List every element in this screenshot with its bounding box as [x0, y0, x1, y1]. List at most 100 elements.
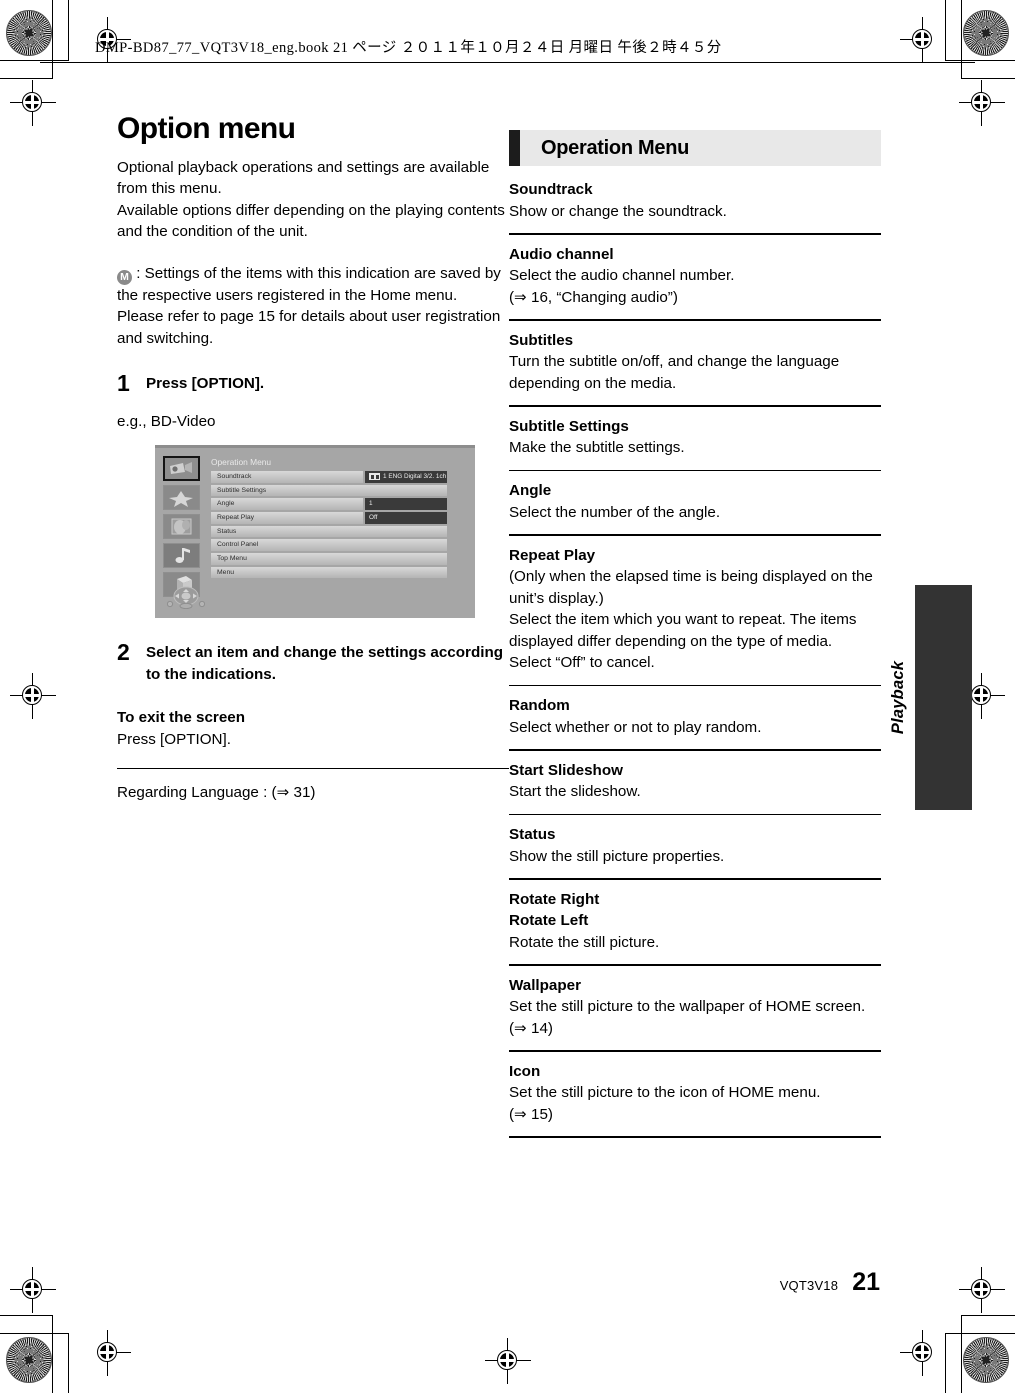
operation-menu-entry-desc: Select whether or not to play random. — [509, 718, 762, 736]
print-rosette-mark — [6, 10, 52, 56]
video-camera-icon[interactable] — [163, 456, 200, 481]
operation-menu-entry-desc: Set the still picture to the wallpaper o… — [509, 998, 866, 1037]
crop-mark-line — [68, 1333, 70, 1393]
operation-menu-entry: Rotate Right Rotate Left Rotate the still … — [509, 889, 881, 954]
operation-menu-entry: Angle Select the number of the angle. — [509, 480, 881, 523]
operation-menu-entry: Random Select whether or not to play rand… — [509, 695, 881, 738]
device-menu-row[interactable]: Angle 1 — [211, 498, 447, 510]
device-menu-value-text: 1 ENG Digital 3/2. 1ch — [383, 473, 447, 480]
registration-target — [485, 1338, 531, 1384]
operation-menu-entry-desc: Select the number of the angle. — [509, 503, 721, 521]
photo-icon[interactable] — [163, 514, 200, 539]
speaker-icon — [369, 473, 380, 481]
device-menu-row[interactable]: Soundtrack 1 ENG Digital 3/2. 1ch — [211, 471, 447, 483]
intro-paragraph-2: Available options differ depending on th… — [117, 201, 505, 241]
operation-menu-entry-desc: Select “Off” to cancel. — [509, 654, 655, 671]
operation-menu-entry-desc: Show the still picture properties. — [509, 847, 725, 865]
right-column: Operation Menu Soundtrack Show or change … — [509, 130, 881, 1147]
registration-target — [959, 80, 1005, 126]
entry-divider — [509, 534, 881, 536]
registration-target — [85, 1330, 131, 1376]
document-page: DMP-BD87_77_VQT3V18_eng.book 21 ページ ２０１１… — [0, 0, 1015, 1393]
crop-mark-line — [961, 1315, 963, 1393]
device-menu-row[interactable]: Top Menu — [211, 553, 447, 565]
device-menu-row[interactable]: Subtitle Settings — [211, 484, 447, 497]
device-menu-row[interactable]: Status — [211, 525, 447, 538]
device-menu-label: Angle — [211, 498, 363, 510]
operation-menu-entry-name: Start Slideshow — [509, 761, 623, 779]
crop-mark-line — [961, 1315, 1015, 1317]
operation-menu-entry-desc: Select the item which you want to repeat… — [509, 611, 857, 650]
print-slug-line: DMP-BD87_77_VQT3V18_eng.book 21 ページ ２０１１… — [95, 40, 722, 56]
crop-mark-line — [68, 0, 70, 60]
device-menu-row[interactable]: Control Panel — [211, 539, 447, 551]
operation-menu-entry-name: Wallpaper — [509, 976, 582, 994]
operation-menu-entry-desc: Show or change the soundtrack. — [509, 202, 727, 220]
operation-menu-entry-desc: Start the slideshow. — [509, 783, 641, 800]
example-label: e.g., BD-Video — [117, 412, 216, 430]
device-screen-figure: Operation Menu Soundtrack 1 ENG Digital … — [155, 445, 475, 618]
step-2-number: 2 — [117, 639, 130, 665]
device-menu-value: 1 — [365, 498, 447, 510]
registration-target — [10, 80, 56, 126]
registration-target — [900, 1330, 946, 1376]
device-menu-label: Soundtrack — [211, 471, 363, 483]
entry-divider — [509, 749, 881, 751]
print-rosette-mark — [963, 10, 1009, 56]
operation-menu-entry-desc: Select the audio channel number. — [509, 267, 735, 284]
device-menu-label: Control Panel — [211, 539, 447, 551]
crop-mark-line — [0, 1333, 69, 1335]
star-disc-icon[interactable] — [163, 485, 200, 510]
step-1-number: 1 — [117, 370, 130, 396]
entry-divider — [509, 319, 881, 321]
entry-divider — [509, 1136, 881, 1138]
page-footer: VQT3V18 21 — [700, 1268, 880, 1297]
operation-menu-entry-desc: (⇒ 15) — [509, 1105, 553, 1123]
operation-menu-entry-name: Repeat Play — [509, 546, 596, 564]
operation-menu-entry-name: Random — [509, 697, 570, 714]
crop-mark-line — [52, 0, 54, 78]
step-2-text: Select an item and change the settings a… — [146, 644, 503, 683]
operation-menu-entry-desc: Rotate the still picture. — [509, 933, 660, 951]
memory-m-icon: M — [117, 269, 132, 285]
entry-divider — [509, 684, 881, 686]
device-menu-label: Top Menu — [211, 553, 447, 565]
crop-mark-line — [52, 1315, 54, 1393]
device-menu-row[interactable]: Menu — [211, 566, 447, 579]
crop-mark-line — [945, 1333, 1015, 1335]
device-menu-label: Subtitle Settings — [211, 484, 447, 497]
entry-divider — [509, 233, 881, 235]
step-1-text: Press [OPTION]. — [146, 375, 265, 392]
music-note-icon[interactable] — [163, 543, 200, 568]
operation-menu-entry: Start Slideshow Start the slideshow. — [509, 760, 881, 803]
operation-menu-entry-name: Status — [509, 826, 556, 843]
registration-target — [959, 1267, 1005, 1313]
language-reference-note: Regarding Language : (⇒ 31) — [117, 784, 316, 802]
device-menu-row[interactable]: Repeat Play Off — [211, 512, 447, 524]
operation-menu-entry: Soundtrack Show or change the soundtrack. — [509, 179, 881, 222]
entry-divider — [509, 405, 881, 407]
entry-divider — [509, 964, 881, 966]
operation-menu-entry: Repeat Play (Only when the elapsed time i… — [509, 545, 881, 674]
memory-badge-note: M : Settings of the items with this indi… — [117, 263, 509, 307]
step-1: 1 Press [OPTION]. — [117, 370, 509, 396]
dpad-navigation-icon — [166, 585, 206, 610]
crop-mark-line — [0, 1315, 53, 1317]
registration-target — [10, 1267, 56, 1313]
operation-menu-entry: Wallpaper Set the still picture to the wa… — [509, 975, 881, 1040]
operation-menu-entry-name: Audio channel — [509, 245, 614, 263]
operation-menu-entry: Audio channel Select the audio channel nu… — [509, 244, 881, 309]
slug-divider — [40, 62, 975, 64]
exit-screen-heading: To exit the screen — [117, 709, 246, 726]
operation-menu-entry-name: Subtitles — [509, 331, 574, 349]
device-menu-label: Menu — [211, 566, 447, 579]
entry-divider — [509, 813, 881, 815]
device-menu-label: Status — [211, 525, 447, 538]
operation-menu-entry-name: Soundtrack — [509, 181, 593, 198]
header-accent-bar — [509, 130, 520, 166]
entry-divider — [509, 1050, 881, 1052]
crop-mark-line — [961, 0, 963, 78]
operation-menu-header: Operation Menu — [509, 130, 881, 166]
intro-paragraph-1: Optional playback operations and setting… — [117, 158, 490, 198]
memory-badge-note-text: : Settings of the items with this indica… — [117, 264, 501, 304]
